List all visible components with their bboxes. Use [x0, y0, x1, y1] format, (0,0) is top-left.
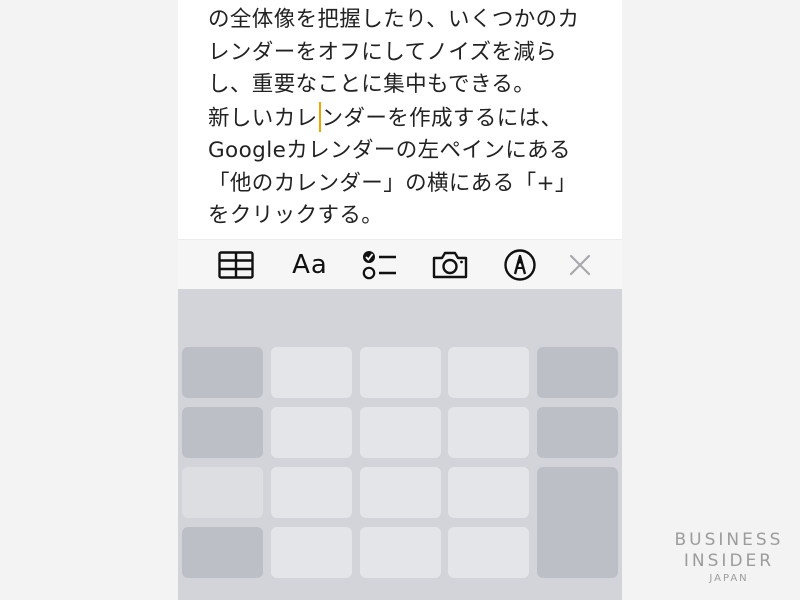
note-line: の全体像を把握したり、いくつかのカ — [208, 7, 580, 32]
camera-button[interactable] — [430, 246, 470, 284]
keyboard-key[interactable] — [448, 467, 529, 518]
note-text-editor[interactable]: の全体像を把握したり、いくつかのカ レンダーをオフにしてノイズを減ら し、重要な… — [208, 4, 608, 233]
keyboard-key[interactable] — [271, 407, 352, 458]
keyboard-return-key[interactable] — [537, 467, 618, 578]
keyboard-key[interactable] — [360, 527, 441, 578]
table-icon — [218, 251, 254, 279]
keyboard-key[interactable] — [182, 347, 263, 398]
keyboard — [178, 289, 622, 600]
watermark-line: JAPAN — [709, 573, 749, 584]
keyboard-key[interactable] — [271, 347, 352, 398]
close-toolbar-button[interactable] — [560, 246, 600, 284]
note-line-segment: ンダーを作成するには、 — [321, 105, 563, 131]
note-line: Googleカレンダーの左ペインにある — [208, 138, 571, 163]
note-line: レンダーをオフにしてノイズを減ら — [208, 39, 558, 65]
text-cursor — [318, 101, 321, 132]
markup-button[interactable] — [500, 246, 540, 284]
keyboard-key[interactable] — [448, 527, 529, 578]
table-button[interactable] — [216, 246, 256, 284]
close-icon — [569, 254, 591, 276]
text-format-label: Aa — [292, 250, 328, 280]
note-line: 「他のカレンダー」の横にある「+」 — [208, 170, 577, 196]
keyboard-key[interactable] — [448, 347, 529, 398]
note-line-segment: 新しいカレ — [208, 105, 318, 131]
note-line-with-caret: 新しいカレ ンダーを作成するには、 — [208, 101, 608, 136]
keyboard-key[interactable] — [182, 467, 263, 518]
watermark-line: BUSINESS — [674, 530, 784, 550]
keyboard-key[interactable] — [360, 347, 441, 398]
keyboard-key[interactable] — [271, 467, 352, 518]
markup-pen-icon — [504, 249, 536, 281]
keyboard-key[interactable] — [537, 347, 618, 398]
keyboard-key[interactable] — [360, 467, 441, 518]
text-format-button[interactable]: Aa — [288, 246, 332, 284]
keyboard-key[interactable] — [360, 407, 441, 458]
watermark-line: INSIDER — [683, 551, 775, 571]
note-line: をクリックする。 — [208, 203, 384, 228]
keyboard-key[interactable] — [182, 407, 263, 458]
keyboard-key[interactable] — [448, 407, 529, 458]
checklist-icon — [362, 251, 396, 280]
business-insider-japan-watermark: BUSINESS INSIDER JAPAN — [674, 530, 784, 585]
checklist-button[interactable] — [360, 246, 400, 284]
formatting-toolbar: Aa — [178, 239, 622, 290]
keyboard-key[interactable] — [271, 527, 352, 578]
keyboard-key[interactable] — [182, 527, 263, 578]
camera-icon — [432, 251, 468, 279]
note-line: し、重要なことに集中もできる。 — [208, 72, 536, 97]
notes-app-screen: の全体像を把握したり、いくつかのカ レンダーをオフにしてノイズを減ら し、重要な… — [178, 0, 622, 600]
screenshot-stage: の全体像を把握したり、いくつかのカ レンダーをオフにしてノイズを減ら し、重要な… — [0, 0, 800, 600]
keyboard-key[interactable] — [537, 407, 618, 458]
